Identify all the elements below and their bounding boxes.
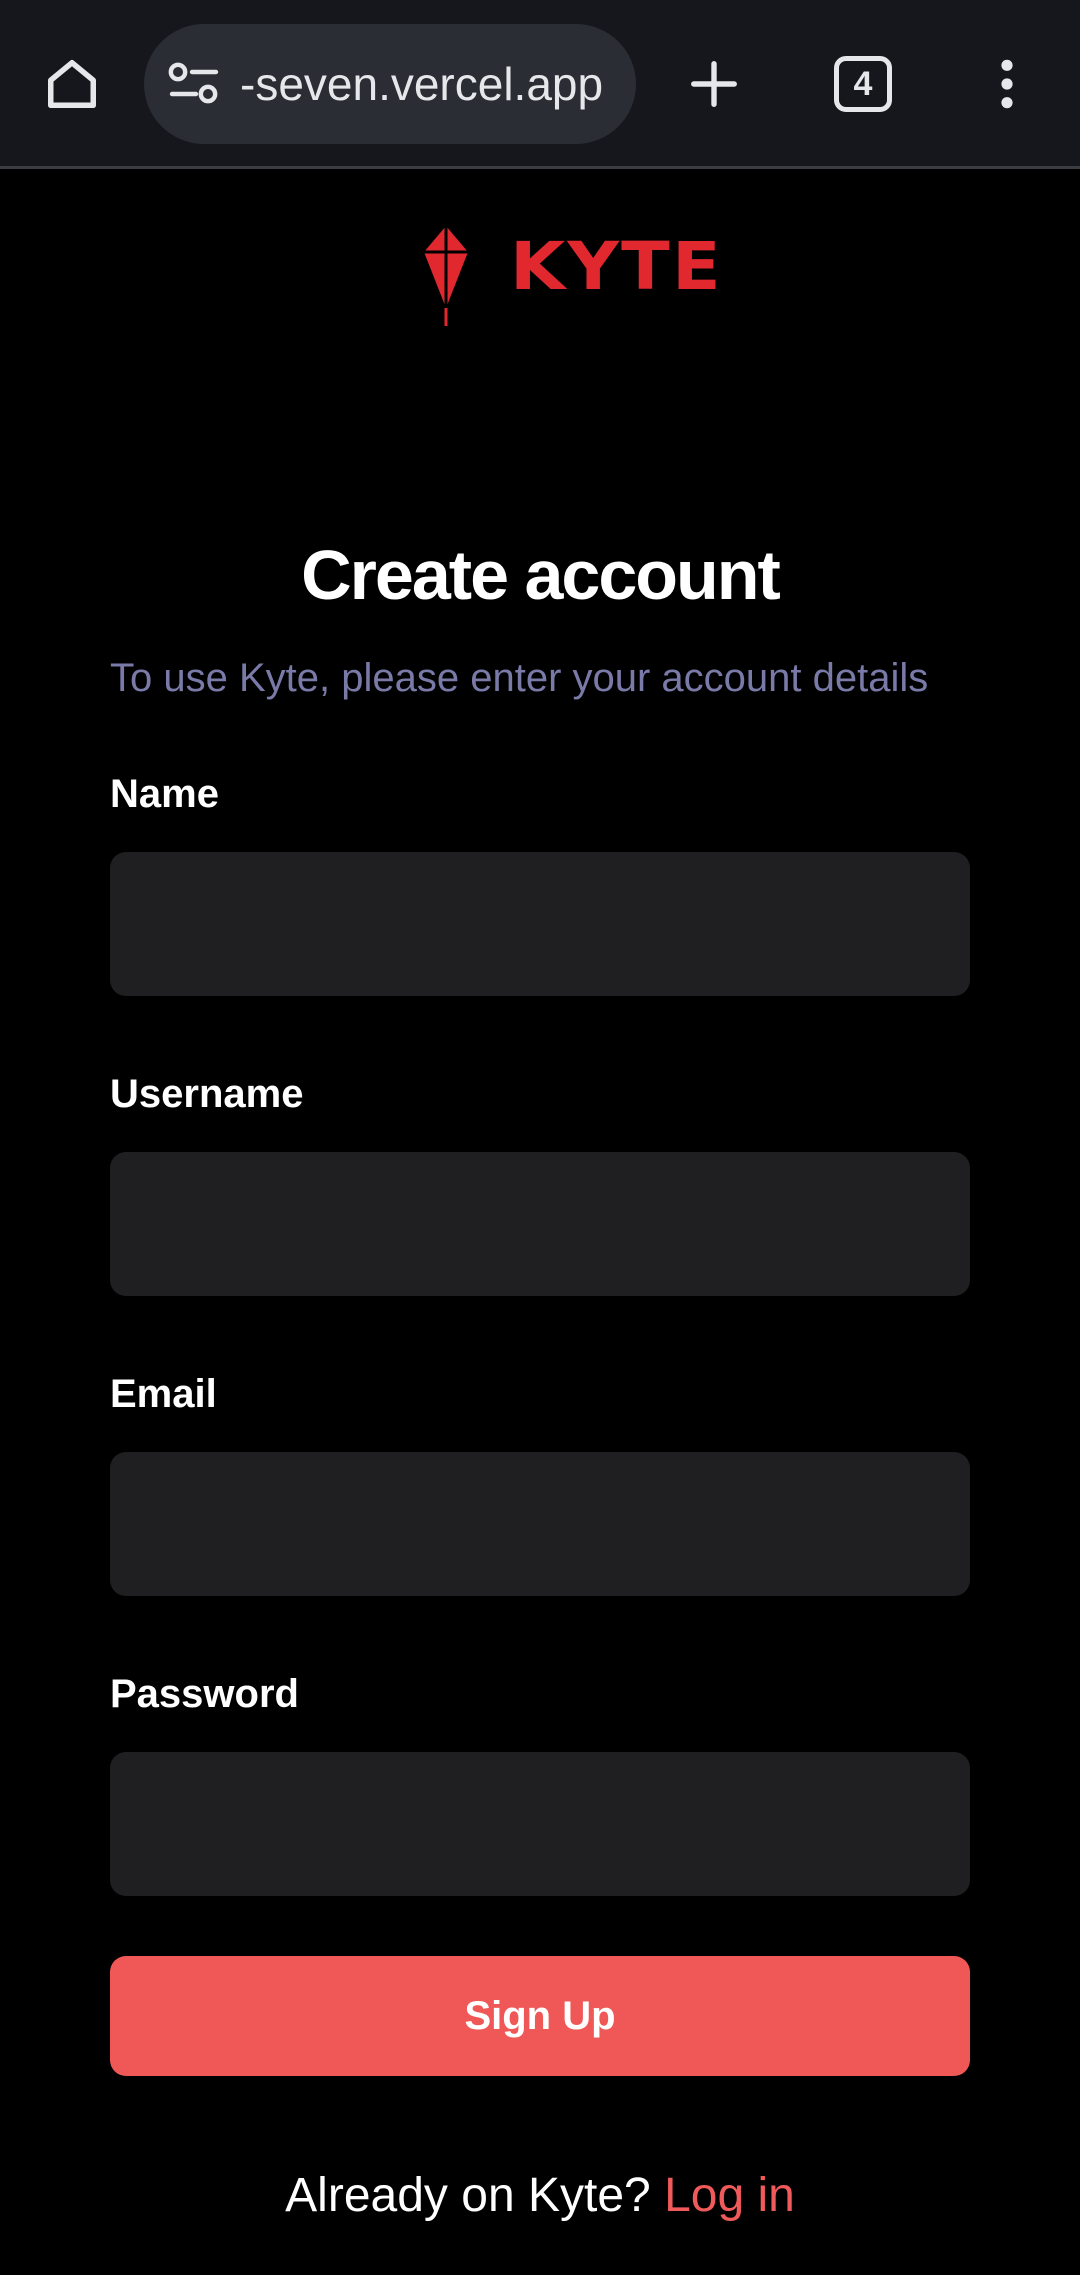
home-button[interactable] <box>36 48 108 120</box>
username-input[interactable] <box>110 1152 970 1296</box>
browser-toolbar: -seven.vercel.app 4 <box>0 0 1080 169</box>
username-label: Username <box>110 1072 304 1116</box>
login-prompt: Already on Kyte? Log in <box>0 2164 1080 2228</box>
address-bar[interactable]: -seven.vercel.app <box>144 24 636 144</box>
tab-count: 4 <box>853 64 873 103</box>
kyte-logo[interactable]: KYTE <box>418 222 721 328</box>
sign-up-button[interactable]: Sign Up <box>110 1956 970 2076</box>
browser-menu-button[interactable] <box>978 48 1036 120</box>
email-label: Email <box>110 1372 217 1416</box>
page-title: Create account <box>301 536 781 614</box>
url-text[interactable]: -seven.vercel.app <box>240 24 622 144</box>
more-vert-icon <box>1001 59 1013 109</box>
brand-name: KYTE <box>510 228 723 305</box>
email-input[interactable] <box>110 1452 970 1596</box>
home-icon <box>48 60 96 108</box>
tab-switcher-button[interactable]: 4 <box>834 56 892 112</box>
site-settings-icon[interactable] <box>166 60 222 108</box>
kite-icon <box>424 226 468 326</box>
login-prompt-text: Already on Kyte? <box>285 2169 651 2222</box>
name-label: Name <box>110 772 219 816</box>
log-in-link[interactable]: Log in <box>664 2169 795 2222</box>
name-input[interactable] <box>110 852 970 996</box>
new-tab-button[interactable] <box>678 48 750 120</box>
page-subtitle: To use Kyte, please enter your account d… <box>110 656 929 700</box>
password-input[interactable] <box>110 1752 970 1896</box>
plus-icon <box>691 61 737 107</box>
password-label: Password <box>110 1672 299 1716</box>
